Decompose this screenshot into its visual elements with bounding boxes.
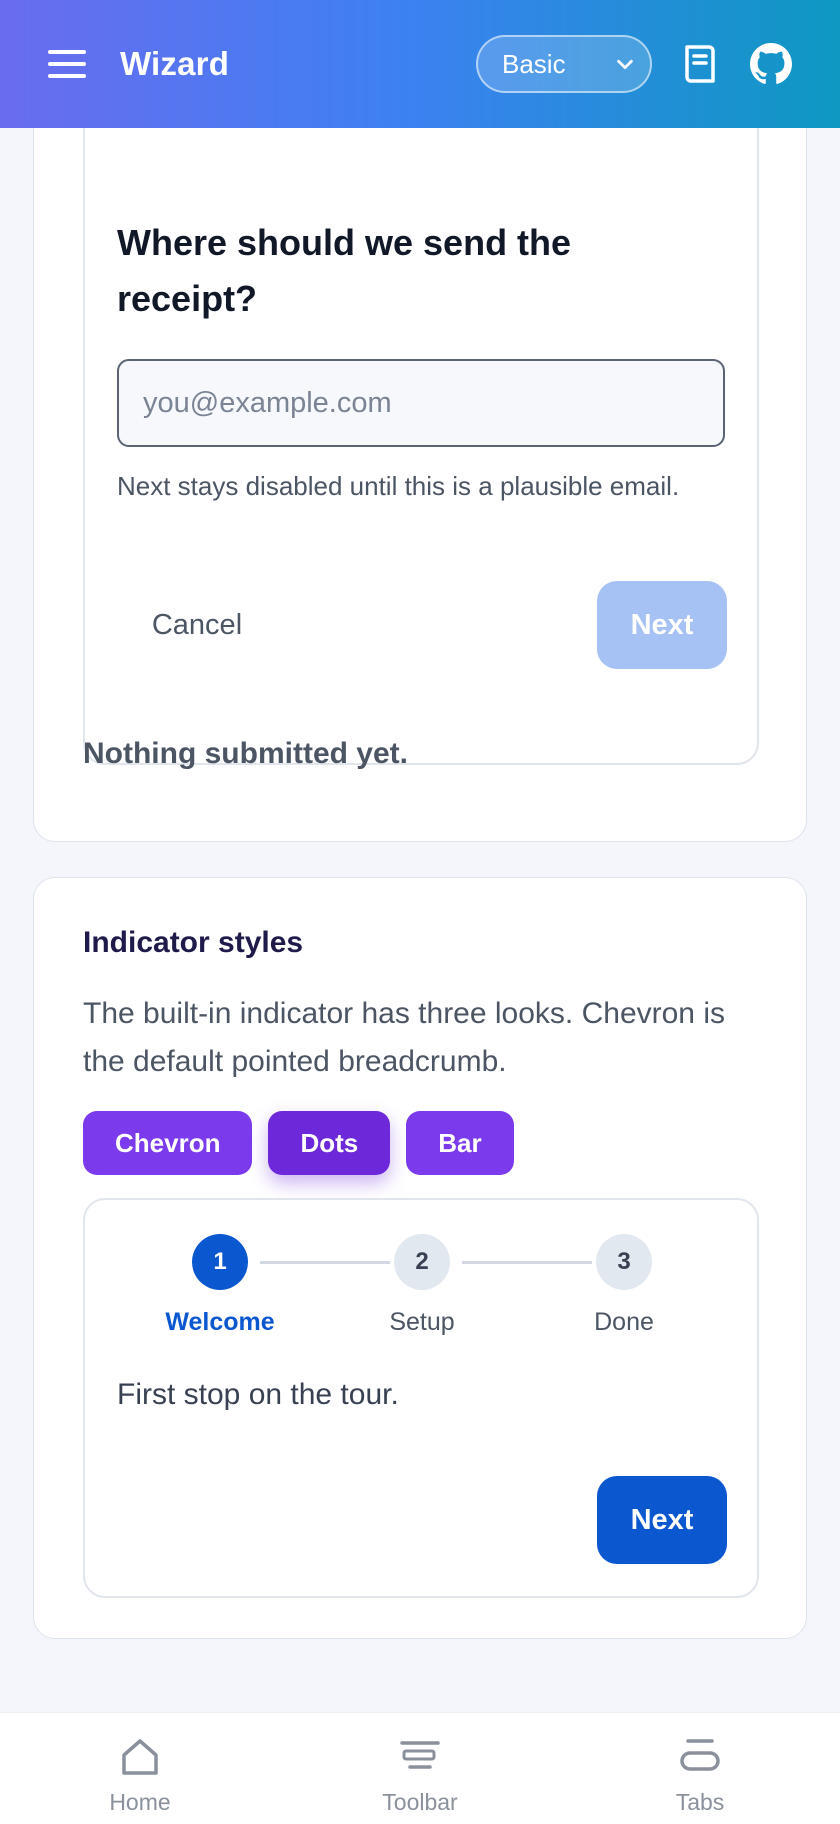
bottom-nav: Home Toolbar Tabs	[0, 1712, 840, 1824]
toolbar-icon	[400, 1741, 440, 1769]
tabs-icon	[680, 1739, 720, 1771]
mode-select[interactable]: Basic	[476, 35, 652, 93]
step-dot-3[interactable]: 3	[596, 1234, 652, 1290]
dots-stepper: 1 2 3 Welcome Setup Done	[85, 1234, 757, 1344]
app-title: Wizard	[120, 45, 230, 82]
mode-select-value: Basic	[502, 48, 566, 79]
email-input[interactable]	[117, 359, 725, 447]
email-hint: Next stays disabled until this is a plau…	[117, 471, 680, 501]
indicator-style-buttons: Chevron Dots Bar	[83, 1111, 514, 1175]
chevron-down-icon	[617, 59, 633, 70]
step-dot-2[interactable]: 2	[394, 1234, 450, 1290]
nav-item-tabs[interactable]: Tabs	[600, 1713, 800, 1824]
step-connector	[260, 1261, 390, 1264]
nav-label-tabs: Tabs	[675, 1789, 725, 1815]
style-chevron-button[interactable]: Chevron	[83, 1111, 253, 1175]
nav-label-toolbar: Toolbar	[382, 1789, 458, 1815]
next-button[interactable]: Next	[597, 1476, 727, 1564]
nav-label-home: Home	[109, 1789, 171, 1815]
step-connector	[462, 1261, 592, 1264]
step-label-setup: Setup	[389, 1308, 455, 1336]
docs-icon[interactable]	[680, 43, 722, 85]
dots-wizard-panel: 1 2 3 Welcome Setup Done First stop on t…	[83, 1198, 759, 1598]
nav-item-home[interactable]: Home	[40, 1713, 240, 1824]
nav-item-toolbar[interactable]: Toolbar	[320, 1713, 520, 1824]
step-label-done: Done	[594, 1308, 654, 1336]
style-dots-button[interactable]: Dots	[268, 1111, 391, 1175]
submission-status: Nothing submitted yet.	[83, 737, 408, 770]
step-label-welcome: Welcome	[165, 1308, 275, 1336]
menu-icon[interactable]	[48, 50, 86, 78]
section-description: The built-in indicator has three looks. …	[83, 997, 725, 1078]
step-question: Where should we send the receipt?	[117, 222, 572, 319]
home-icon	[122, 1739, 158, 1775]
indicator-styles-card: Indicator styles The built-in indicator …	[33, 877, 807, 1639]
wizard-demo-card: Where should we send the receipt? Next s…	[33, 60, 807, 842]
wizard-panel: Where should we send the receipt? Next s…	[83, 101, 759, 765]
github-icon[interactable]	[750, 43, 792, 85]
app-header: Wizard Basic	[0, 0, 840, 128]
cancel-button[interactable]: Cancel	[117, 581, 277, 669]
section-title: Indicator styles	[83, 926, 304, 959]
style-bar-button[interactable]: Bar	[406, 1111, 514, 1175]
step-dot-1[interactable]: 1	[192, 1234, 248, 1290]
next-button-disabled[interactable]: Next	[597, 581, 727, 669]
step-content: First stop on the tour.	[117, 1378, 399, 1411]
